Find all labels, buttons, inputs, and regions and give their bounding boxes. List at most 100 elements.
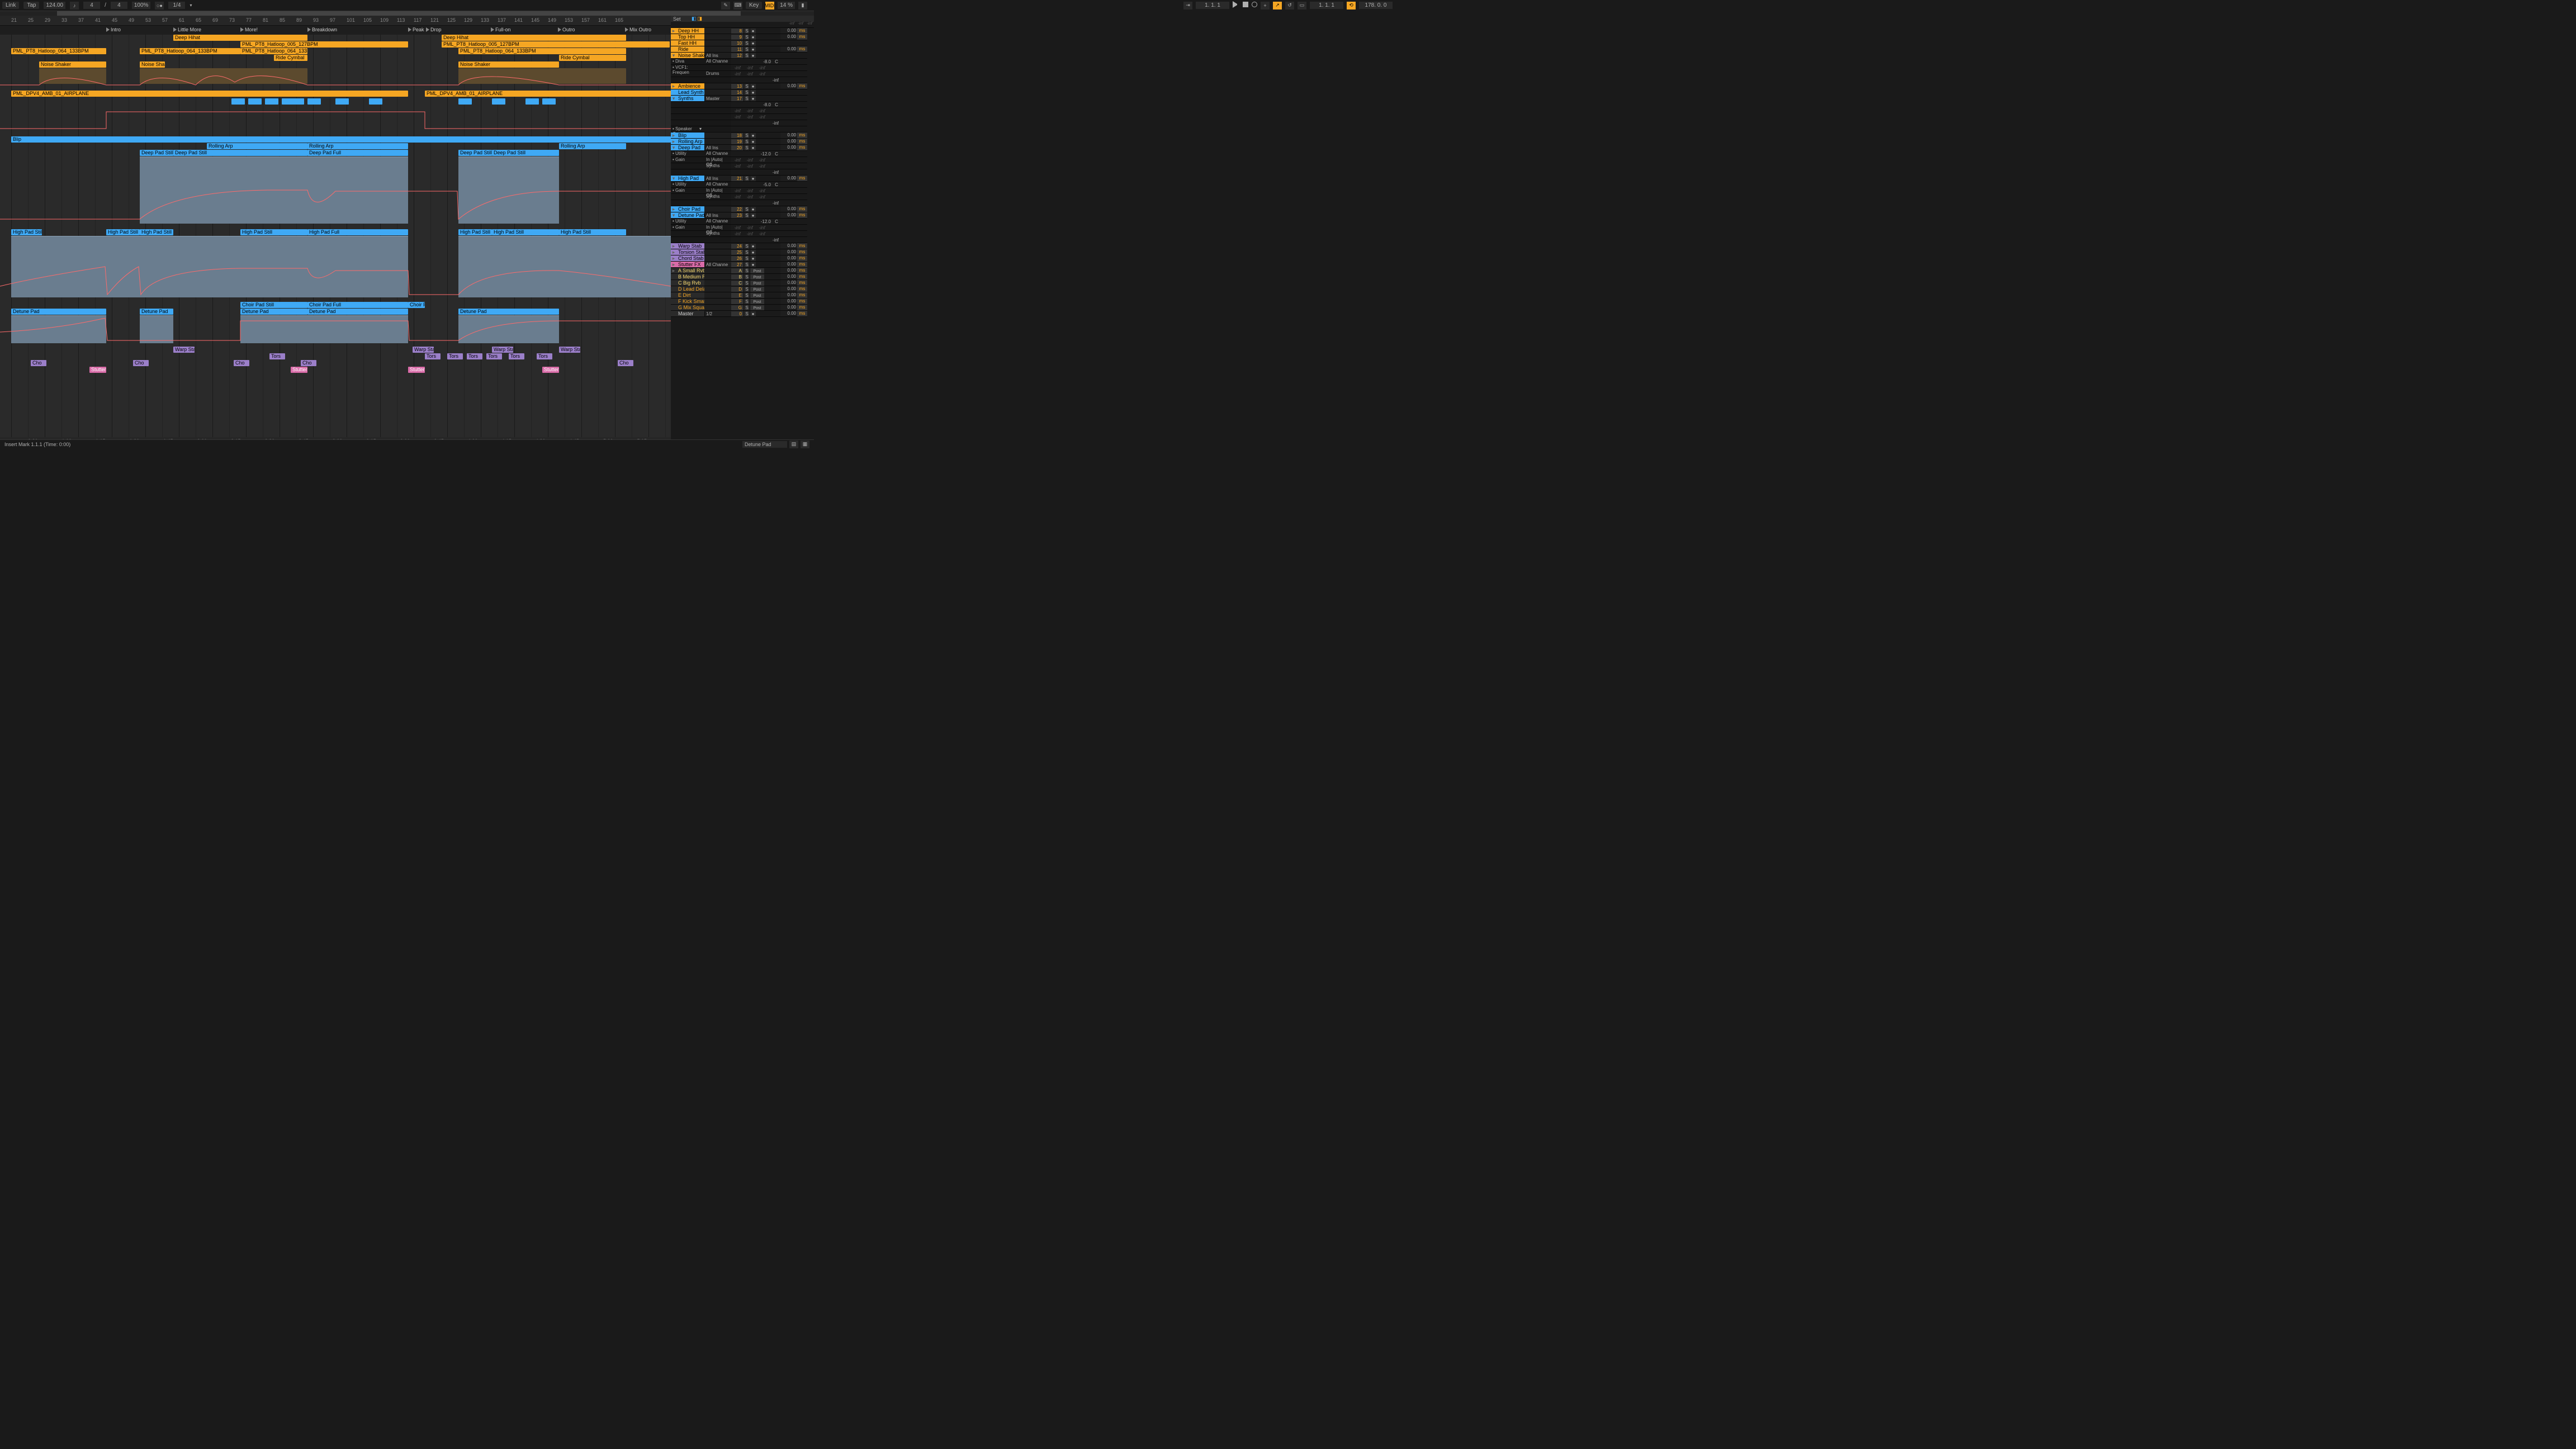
stop-button[interactable] — [1243, 2, 1248, 9]
solo-button[interactable]: S — [744, 262, 750, 267]
clip[interactable]: Choir Pad — [408, 302, 425, 308]
clip[interactable]: Stutter F — [89, 367, 106, 373]
track-number[interactable]: 14 — [731, 90, 744, 95]
solo-button[interactable]: S — [744, 145, 750, 150]
track-header-row[interactable]: D Lead DelayDSPost0.00ms — [671, 286, 814, 292]
delay-value[interactable]: 0.00 — [780, 262, 797, 267]
send-value[interactable]: -inf — [731, 65, 744, 70]
fold-toggle-icon[interactable]: ▾ — [671, 212, 676, 219]
automation-lane[interactable] — [0, 106, 671, 136]
solo-button[interactable]: S — [744, 207, 750, 212]
delay-unit[interactable]: ms — [797, 132, 807, 138]
send-value[interactable]: -inf — [756, 164, 768, 169]
track-name-label[interactable]: Top HH — [676, 34, 704, 40]
routing-option[interactable]: Drums — [704, 71, 731, 77]
routing-option[interactable] — [704, 237, 731, 243]
delay-unit[interactable]: ms — [797, 280, 807, 286]
track-header-row[interactable]: ▸A Small RvbASPost0.00ms — [671, 268, 814, 274]
clip[interactable]: High Pad Still — [140, 229, 173, 235]
device-param-label[interactable] — [671, 169, 704, 175]
arrangement-view[interactable]: 2125293337414549535761656973778185899397… — [0, 16, 671, 439]
clip[interactable]: Deep Hihat — [442, 35, 626, 41]
position-display[interactable]: 1. 1. 1 — [1196, 2, 1229, 9]
clip[interactable]: Warp Sta — [173, 347, 195, 353]
clip[interactable]: Blip — [11, 136, 671, 143]
selection-name[interactable]: Detune Pad — [742, 441, 787, 448]
follow-icon[interactable]: ⇥ — [1183, 2, 1192, 10]
clip[interactable]: Cho — [31, 360, 46, 366]
clip[interactable]: Stutter F — [408, 367, 425, 373]
locator-marker[interactable]: Breakdown — [307, 27, 337, 32]
param-value[interactable]: -12.0 — [731, 151, 773, 157]
clip[interactable]: Tors — [486, 353, 502, 359]
track-name-label[interactable]: Warp Stab — [676, 243, 704, 249]
record-arm-button[interactable]: ● — [750, 29, 756, 34]
delay-unit[interactable]: ms — [797, 311, 807, 316]
record-arm-button[interactable]: ● — [750, 244, 756, 249]
clip[interactable]: Noise Shaker — [140, 61, 165, 68]
device-param-label[interactable]: • VCF1: Frequen — [671, 65, 704, 70]
solo-button[interactable]: S — [744, 35, 750, 40]
delay-unit[interactable]: ms — [797, 268, 807, 273]
record-arm-button[interactable]: ● — [750, 96, 756, 101]
play-button[interactable] — [1233, 1, 1239, 10]
track-header-row[interactable]: ▸Warp Stab24S●0.00ms — [671, 243, 814, 249]
capture-icon[interactable]: ▭ — [1298, 2, 1306, 10]
pan-value[interactable]: C — [773, 151, 780, 157]
delay-unit[interactable]: ms — [797, 212, 807, 218]
track-name-label[interactable]: Noise Shaker — [676, 53, 704, 58]
send-value[interactable]: -inf — [756, 188, 768, 193]
locator-marker[interactable]: Outro — [558, 27, 575, 32]
track-header-row[interactable]: ▾Noise Shaker• Diva• VCF1: FrequenAll In… — [671, 53, 814, 83]
clip[interactable]: Warp Sta — [413, 347, 434, 353]
delay-value[interactable]: 0.00 — [780, 145, 797, 150]
track-name-label[interactable]: High Pad — [676, 176, 704, 181]
clip[interactable]: Detune Pad — [458, 309, 559, 315]
clip-view-icon[interactable]: ▦ — [801, 441, 809, 448]
delay-unit[interactable]: ms — [797, 34, 807, 40]
routing-option[interactable]: All Channe — [704, 182, 731, 187]
delay-value[interactable]: 0.00 — [780, 255, 797, 261]
track-number[interactable]: 21 — [731, 176, 744, 181]
track-header-row[interactable]: ▸Chord Stab26S●0.00ms — [671, 255, 814, 262]
clip[interactable]: Deep Pad Still — [173, 150, 307, 156]
solo-button[interactable]: S — [744, 176, 750, 181]
send-value[interactable]: -inf — [731, 72, 744, 77]
record-arm-button[interactable]: ● — [750, 311, 756, 316]
io-toggle-icon[interactable]: ◧ — [692, 16, 697, 22]
track-number[interactable]: F — [731, 299, 744, 304]
track-number[interactable]: 18 — [731, 133, 744, 138]
delay-unit[interactable]: ms — [797, 206, 807, 212]
routing-selector[interactable]: All Ins — [704, 213, 731, 218]
clip[interactable]: PML_PT8_Hatloop_064_133BPM — [458, 48, 626, 54]
send-value[interactable]: -inf — [744, 195, 756, 200]
clip[interactable]: Cho — [234, 360, 249, 366]
delay-value[interactable]: 0.00 — [780, 268, 797, 273]
clip[interactable]: PML_DPV4_AMB_01_AIRPLANE — [11, 91, 408, 97]
param-value[interactable]: -5.0 — [731, 182, 773, 187]
device-param-label[interactable]: • Utility — [671, 182, 704, 187]
locator-marker[interactable]: Little More — [173, 27, 201, 32]
track-name-label[interactable]: G Mix Squash — [676, 305, 704, 310]
clip[interactable] — [525, 98, 539, 105]
clip[interactable]: Deep Pad Still — [140, 150, 173, 156]
track-name-label[interactable]: Deep Pad — [676, 145, 704, 150]
delay-value[interactable]: 0.00 — [780, 274, 797, 280]
pencil-icon[interactable]: ✎ — [721, 2, 730, 10]
device-param-label[interactable] — [671, 237, 704, 243]
solo-button[interactable]: S — [744, 250, 750, 255]
device-param-label[interactable]: • Utility — [671, 151, 704, 157]
delay-value[interactable]: 0.00 — [780, 206, 797, 212]
routing-selector[interactable]: Master — [704, 96, 731, 101]
delay-unit[interactable]: ms — [797, 262, 807, 267]
clip[interactable] — [291, 98, 304, 105]
device-param-label[interactable] — [671, 231, 704, 236]
param-value[interactable]: -inf — [731, 121, 780, 126]
disk-overload-icon[interactable]: ▮ — [798, 2, 807, 10]
track-number[interactable]: G — [731, 305, 744, 310]
track-header-row[interactable]: C Big RvbCSPost0.00ms — [671, 280, 814, 286]
clip[interactable]: Cho — [301, 360, 316, 366]
device-param-label[interactable]: • Utility — [671, 219, 704, 224]
delay-unit[interactable]: ms — [797, 176, 807, 181]
track-header-row[interactable]: ▸Torsion Stab25S●0.00ms — [671, 249, 814, 255]
